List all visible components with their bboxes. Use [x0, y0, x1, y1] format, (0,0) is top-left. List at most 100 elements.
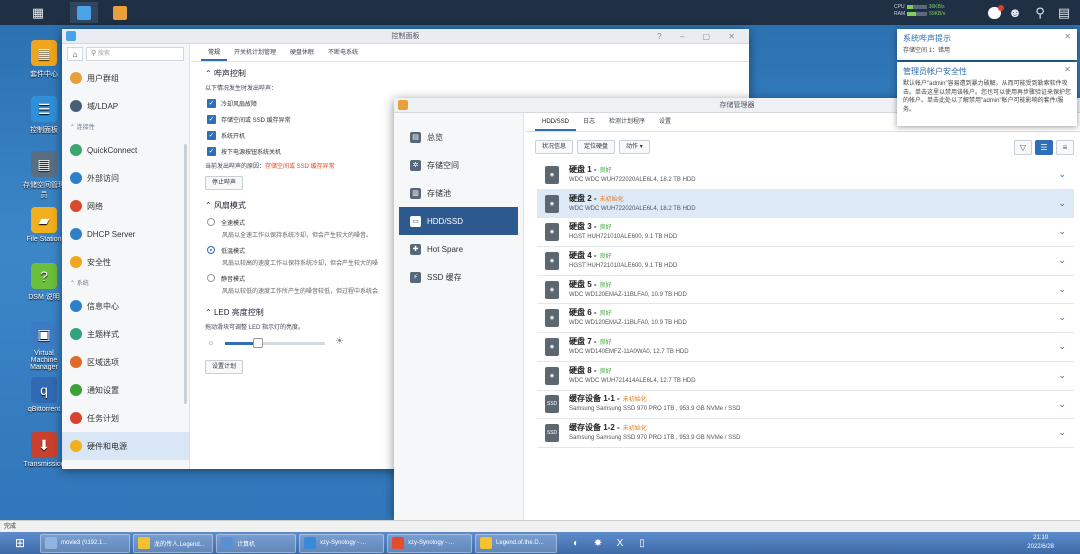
- close-icon[interactable]: ✕: [1064, 32, 1071, 41]
- sidebar-item[interactable]: 用户群组: [62, 64, 189, 92]
- app-shortcut-icon[interactable]: ✸: [588, 534, 608, 553]
- sm-nav-item[interactable]: ▤ 总览: [399, 123, 518, 151]
- sidebar-scrollbar[interactable]: [184, 144, 187, 404]
- taskbar-window-button[interactable]: Legend.of.the.D...: [475, 533, 557, 553]
- disk-row[interactable]: ◉ 硬盘 6 - 良好 WDC WD120EMAZ-11BLFA0, 10.9 TB …: [537, 304, 1074, 334]
- desktop-icon[interactable]: ☰ 控制面板: [20, 96, 68, 135]
- toolbar-button[interactable]: 状况信息: [535, 140, 574, 154]
- excel-icon[interactable]: X: [610, 534, 630, 553]
- chevron-down-icon[interactable]: ⌄: [1058, 399, 1066, 410]
- sidebar-item[interactable]: 信息中心: [62, 292, 189, 320]
- chevron-down-icon[interactable]: ⌄: [1058, 255, 1066, 266]
- app-shortcut-icon[interactable]: ◐: [566, 534, 586, 553]
- compact-list-view-icon[interactable]: ≡: [1056, 140, 1074, 155]
- checkbox-checked-icon[interactable]: ✓: [207, 130, 216, 140]
- main-menu-icon[interactable]: ▦: [24, 2, 52, 23]
- sm-nav-item[interactable]: ▥ 存储池: [399, 179, 518, 207]
- start-button[interactable]: ⊞: [0, 532, 40, 554]
- tab[interactable]: 日志: [576, 113, 602, 131]
- sidebar-item[interactable]: QuickConnect: [62, 136, 189, 164]
- checkbox-checked-icon[interactable]: ✓: [207, 146, 216, 156]
- sidebar-item[interactable]: 主题样式: [62, 320, 189, 348]
- desktop-icon[interactable]: ▣ Virtual Machine Manager: [20, 321, 68, 371]
- tab[interactable]: 开关机计划管理: [227, 44, 283, 61]
- chevron-down-icon[interactable]: ⌄: [1058, 341, 1066, 352]
- taskbar-storage-manager-icon[interactable]: [106, 2, 134, 23]
- sidebar-item[interactable]: 网络: [62, 192, 189, 220]
- sm-nav-item[interactable]: ✚ Hot Spare: [399, 235, 518, 263]
- chevron-down-icon[interactable]: ⌄: [1058, 226, 1066, 237]
- sidebar-item[interactable]: DHCP Server: [62, 220, 189, 248]
- checkbox-checked-icon[interactable]: ✓: [207, 98, 216, 108]
- control-panel-titlebar[interactable]: 控制面板 ? – ▢ ✕: [62, 29, 749, 44]
- sidebar-item[interactable]: 通知设置: [62, 376, 189, 404]
- led-slider-handle[interactable]: [253, 338, 263, 348]
- sidebar-item[interactable]: 硬件和电源: [62, 432, 189, 460]
- widgets-icon[interactable]: ▤: [1050, 2, 1078, 23]
- radio-button[interactable]: [207, 274, 215, 282]
- document-icon[interactable]: ▯: [632, 534, 652, 553]
- disk-row[interactable]: ◉ 硬盘 4 - 良好 HGST HUH721010ALE600, 9.1 TB HD…: [537, 247, 1074, 276]
- tab[interactable]: 硬盘休眠: [283, 44, 321, 61]
- chevron-down-icon[interactable]: ⌄: [1058, 284, 1066, 295]
- taskbar-window-button[interactable]: xzy-Synology - ...: [387, 533, 472, 553]
- disk-row[interactable]: ◉ 硬盘 2 - 未初始化 WDC WDC WUH722020ALE6L4, 18.2…: [537, 189, 1074, 219]
- taskbar-window-button[interactable]: xzy-Synology - ...: [299, 533, 384, 553]
- disk-row[interactable]: ◉ 硬盘 7 - 良好 WDC WD140EMFZ-11A0WA0, 12.7 TB …: [537, 333, 1074, 362]
- taskbar-window-button[interactable]: movie3 (\\192.1...: [40, 533, 130, 553]
- checkbox-checked-icon[interactable]: ✓: [207, 114, 216, 124]
- tab[interactable]: 设置: [652, 113, 678, 131]
- beep-notification[interactable]: 系统哔声提示 存储空间 1：错用 ✕: [897, 29, 1077, 60]
- disk-row[interactable]: ◉ 硬盘 5 - 良好 WDC WD120EMAZ-11BLFA0, 10.9 TB …: [537, 276, 1074, 305]
- sidebar-item[interactable]: 域/LDAP: [62, 92, 189, 120]
- beep-section-heading[interactable]: ⌃ 哔声控制: [205, 68, 749, 79]
- user-icon[interactable]: ☻: [1001, 2, 1029, 23]
- disk-row[interactable]: SSD 缓存设备 1-2 - 未初始化 Samsung Samsung SSD 970…: [537, 419, 1074, 448]
- disk-row[interactable]: ◉ 硬盘 1 - 良好 WDC WDC WUH722020ALE6L4, 18.2 T…: [537, 161, 1074, 190]
- admin-security-notification[interactable]: 管理员帐户安全性 默认帐户"admin"容易遭到暴力破解，从而可能受到勒索软件攻…: [897, 62, 1077, 126]
- window-controls[interactable]: ? – ▢ ✕: [657, 29, 743, 44]
- home-icon[interactable]: ⌂: [67, 47, 83, 61]
- radio-button[interactable]: [207, 246, 215, 254]
- stop-beep-button[interactable]: 停止哔声: [205, 176, 244, 190]
- clock[interactable]: 21:10 2022/6/28: [1027, 534, 1054, 552]
- disk-row[interactable]: ◉ 硬盘 3 - 良好 HGST HUH721010ALE600, 9.1 TB HD…: [537, 218, 1074, 248]
- chevron-down-icon[interactable]: ⌄: [1058, 169, 1066, 180]
- schedule-button[interactable]: 设置计划: [205, 360, 244, 374]
- taskbar-window-button[interactable]: 龙的传人.Legend...: [133, 533, 213, 553]
- disk-row[interactable]: SSD 缓存设备 1-1 - 未初始化 Samsung Samsung SSD 970…: [537, 391, 1074, 420]
- desktop-icon[interactable]: ⬇ Transmission: [20, 432, 68, 468]
- filter-icon[interactable]: ▽: [1014, 140, 1032, 155]
- sidebar-item[interactable]: 安全性: [62, 248, 189, 276]
- sidebar-section[interactable]: ⌃ 连接性: [62, 120, 189, 136]
- chevron-down-icon[interactable]: ⌄: [1058, 370, 1066, 381]
- toolbar-button[interactable]: 动作 ▾: [619, 140, 650, 154]
- sm-nav-item[interactable]: ⚡ SSD 缓存: [399, 263, 518, 291]
- desktop-icon[interactable]: q qBittorrent: [20, 377, 68, 413]
- toolbar-button[interactable]: 定位硬盘: [577, 140, 616, 154]
- tab[interactable]: 不断电系统: [321, 44, 365, 61]
- taskbar-control-panel-icon[interactable]: [70, 2, 98, 23]
- desktop-icon[interactable]: ▦ 套件中心: [20, 40, 68, 79]
- chevron-down-icon[interactable]: ⌄: [1058, 427, 1066, 438]
- sidebar-section[interactable]: ⌃ 系统: [62, 276, 189, 292]
- led-slider-track[interactable]: [225, 338, 325, 348]
- disk-row[interactable]: ◉ 硬盘 8 - 良好 WDC WDC WUH721414ALE6L4, 12.7 T…: [537, 362, 1074, 391]
- chevron-down-icon[interactable]: ⌄: [1058, 198, 1066, 209]
- sidebar-item[interactable]: 区域选项: [62, 348, 189, 376]
- radio-button[interactable]: [207, 218, 215, 226]
- tab[interactable]: 常规: [201, 44, 228, 61]
- tab[interactable]: 检测计划程序: [602, 113, 652, 131]
- close-icon[interactable]: ✕: [1064, 65, 1071, 74]
- desktop-icon[interactable]: ? DSM 说明: [20, 263, 68, 302]
- sidebar-item[interactable]: 外部访问: [62, 164, 189, 192]
- sm-nav-item[interactable]: ▭ HDD/SSD: [399, 207, 518, 235]
- sidebar-item[interactable]: 任务计划: [62, 404, 189, 432]
- detail-list-view-icon[interactable]: ☰: [1035, 140, 1053, 155]
- chevron-down-icon[interactable]: ⌄: [1058, 312, 1066, 323]
- sm-nav-item[interactable]: ✲ 存储空间: [399, 151, 518, 179]
- desktop-icon[interactable]: ▰ File Station: [20, 207, 68, 243]
- tab[interactable]: HDD/SSD: [535, 113, 577, 131]
- resource-monitor[interactable]: CPU 36KB/s RAM 59KB/s: [894, 4, 945, 18]
- taskbar-window-button[interactable]: 计算机: [216, 533, 296, 553]
